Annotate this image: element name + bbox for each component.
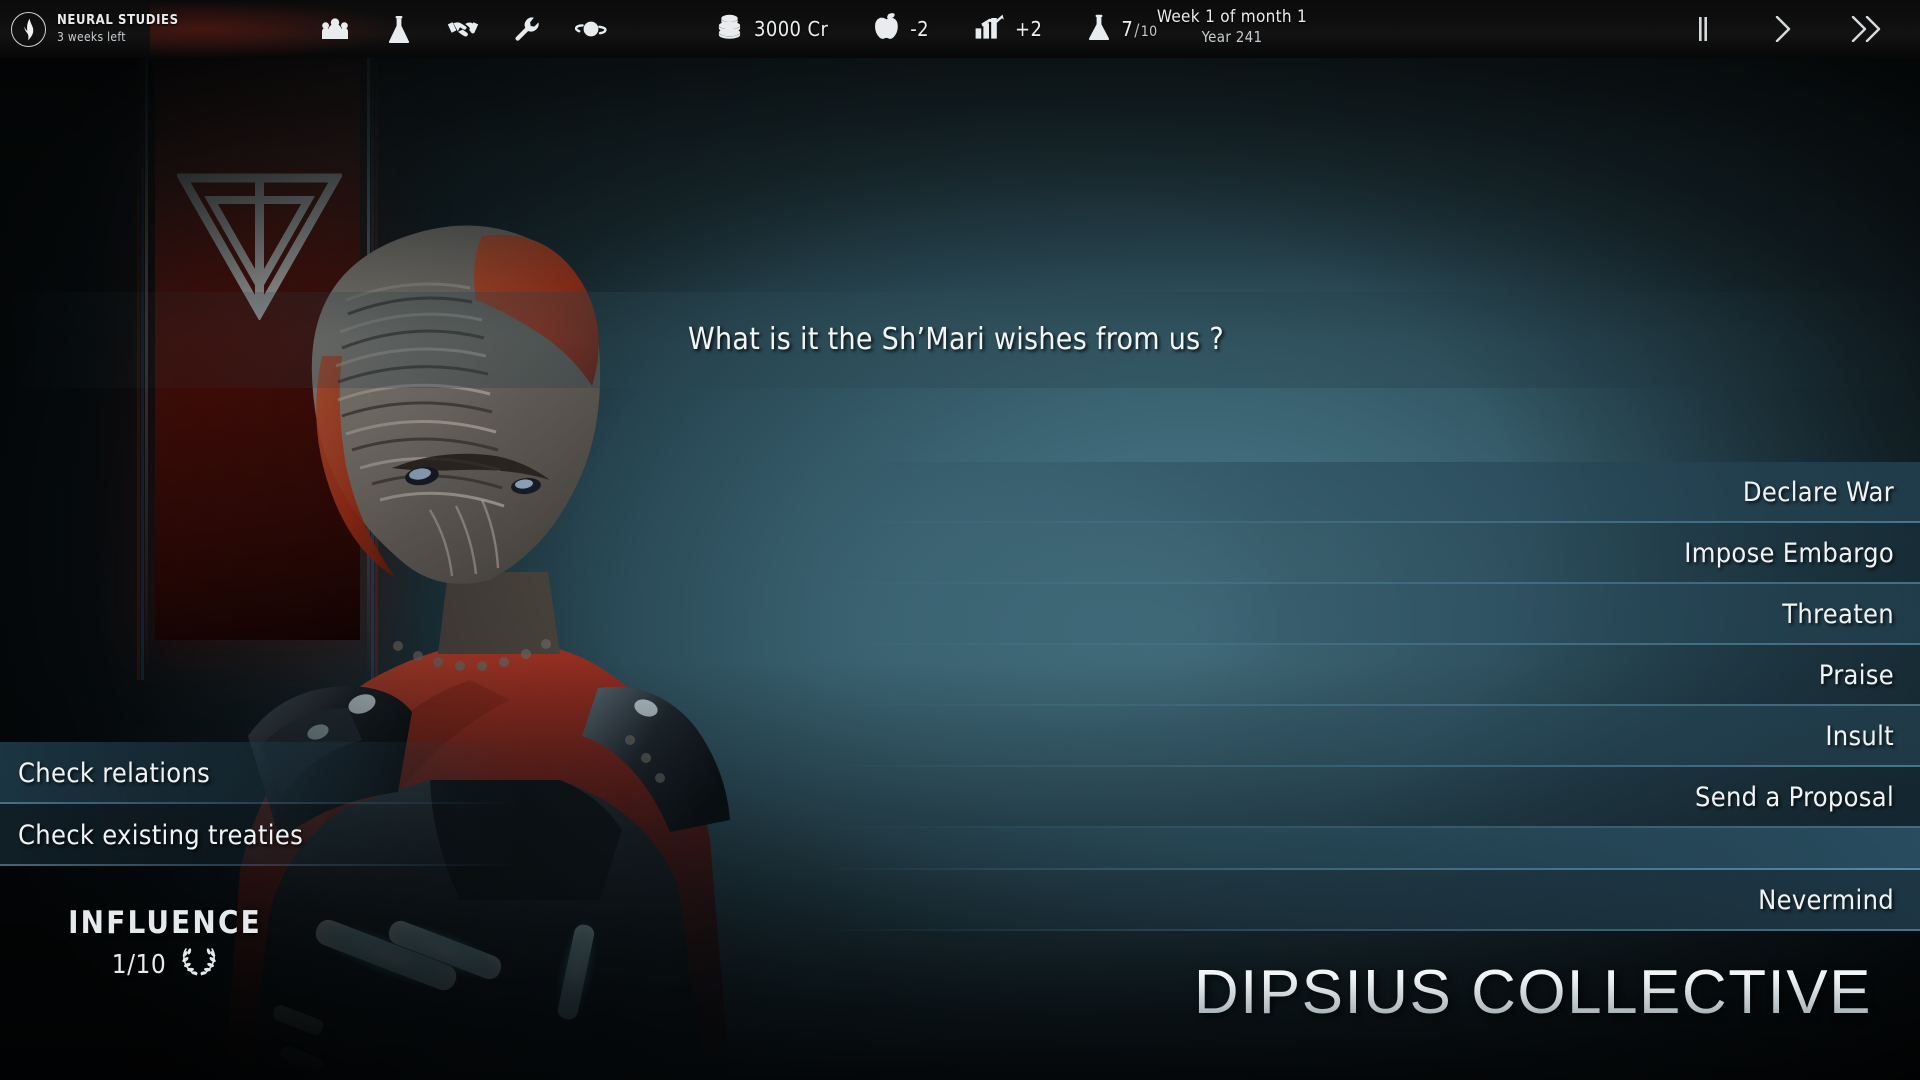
diplomacy-action-menu: Declare War Impose Embargo Threaten Prai…	[820, 462, 1920, 931]
research-texts: NEURAL STUDIES 3 weeks left	[57, 13, 179, 44]
menu-item-label: Declare War	[1742, 477, 1894, 508]
wrench-icon[interactable]	[510, 12, 544, 46]
apple-icon	[874, 13, 899, 45]
play-button[interactable]	[1766, 12, 1800, 46]
diplomacy-handshake-icon[interactable]	[446, 12, 480, 46]
menu-item-label: Nevermind	[1758, 885, 1894, 916]
menu-item-insult[interactable]: Insult	[820, 706, 1920, 767]
coin-stack-icon	[716, 14, 743, 44]
population-icon[interactable]	[318, 12, 352, 46]
planet-icon[interactable]	[574, 12, 608, 46]
food-value: -2	[910, 17, 930, 41]
research-subtitle: 3 weeks left	[57, 29, 126, 44]
date-week-month: Week 1 of month 1	[1156, 7, 1308, 27]
flame-icon	[11, 11, 46, 47]
influence-title: INFLUENCE	[68, 905, 262, 941]
fast-forward-button[interactable]	[1846, 12, 1886, 46]
credits-value: 3000 Cr	[754, 17, 829, 41]
influence-panel: INFLUENCE 1/10	[0, 905, 330, 982]
menu-item-label: Threaten	[1782, 599, 1894, 630]
research-title: NEURAL STUDIES	[57, 13, 179, 29]
resource-production[interactable]: +2	[975, 14, 1042, 44]
flask-icon	[1088, 14, 1110, 45]
menu-item-send-a-proposal[interactable]: Send a Proposal	[820, 767, 1920, 828]
menu-item-declare-war[interactable]: Declare War	[820, 462, 1920, 523]
bar-chart-icon	[975, 14, 1004, 44]
resource-food[interactable]: -2	[874, 13, 929, 45]
menu-item-check-existing-treaties[interactable]: Check existing treaties	[0, 804, 520, 866]
menu-item-label: Send a Proposal	[1695, 782, 1894, 813]
pause-button[interactable]	[1686, 12, 1720, 46]
faction-name: DIPSIUS COLLECTIVE	[1193, 958, 1872, 1027]
menu-item-impose-embargo[interactable]: Impose Embargo	[820, 523, 1920, 584]
top-status-bar: NEURAL STUDIES 3 weeks left 3000 Cr -2 +…	[0, 0, 1920, 58]
menu-separator-band	[820, 828, 1920, 870]
menu-item-nevermind[interactable]: Nevermind	[820, 870, 1920, 931]
menu-item-label: Check relations	[18, 757, 211, 789]
date-year: Year 241	[1201, 28, 1263, 47]
influence-value: 1/10	[111, 949, 167, 980]
influence-value-row: 1/10	[0, 947, 330, 982]
menu-item-label: Insult	[1825, 721, 1894, 752]
menu-item-label: Impose Embargo	[1684, 538, 1894, 569]
menu-item-label: Check existing treaties	[18, 819, 304, 851]
info-action-menu: Check relations Check existing treaties	[0, 742, 520, 866]
speed-controls	[1686, 0, 1886, 58]
research-flask-icon[interactable]	[382, 12, 416, 46]
game-date: Week 1 of month 1 Year 241	[1118, 6, 1346, 48]
resource-bar: 3000 Cr -2 +2 7/10	[716, 13, 1158, 45]
menu-item-praise[interactable]: Praise	[820, 645, 1920, 706]
laurel-wreath-icon	[180, 947, 218, 982]
menu-item-threaten[interactable]: Threaten	[820, 584, 1920, 645]
dialogue-prompt: What is it the Sh’Mari wishes from us ?	[688, 322, 1224, 357]
menu-item-check-relations[interactable]: Check relations	[0, 742, 520, 804]
resource-credits[interactable]: 3000 Cr	[716, 14, 828, 44]
menu-item-label: Praise	[1818, 660, 1894, 691]
main-nav-icons	[318, 12, 608, 46]
production-value: +2	[1015, 17, 1043, 41]
game-screen: NEURAL STUDIES 3 weeks left 3000 Cr -2 +…	[0, 0, 1920, 1080]
research-indicator[interactable]: NEURAL STUDIES 3 weeks left	[0, 11, 200, 47]
